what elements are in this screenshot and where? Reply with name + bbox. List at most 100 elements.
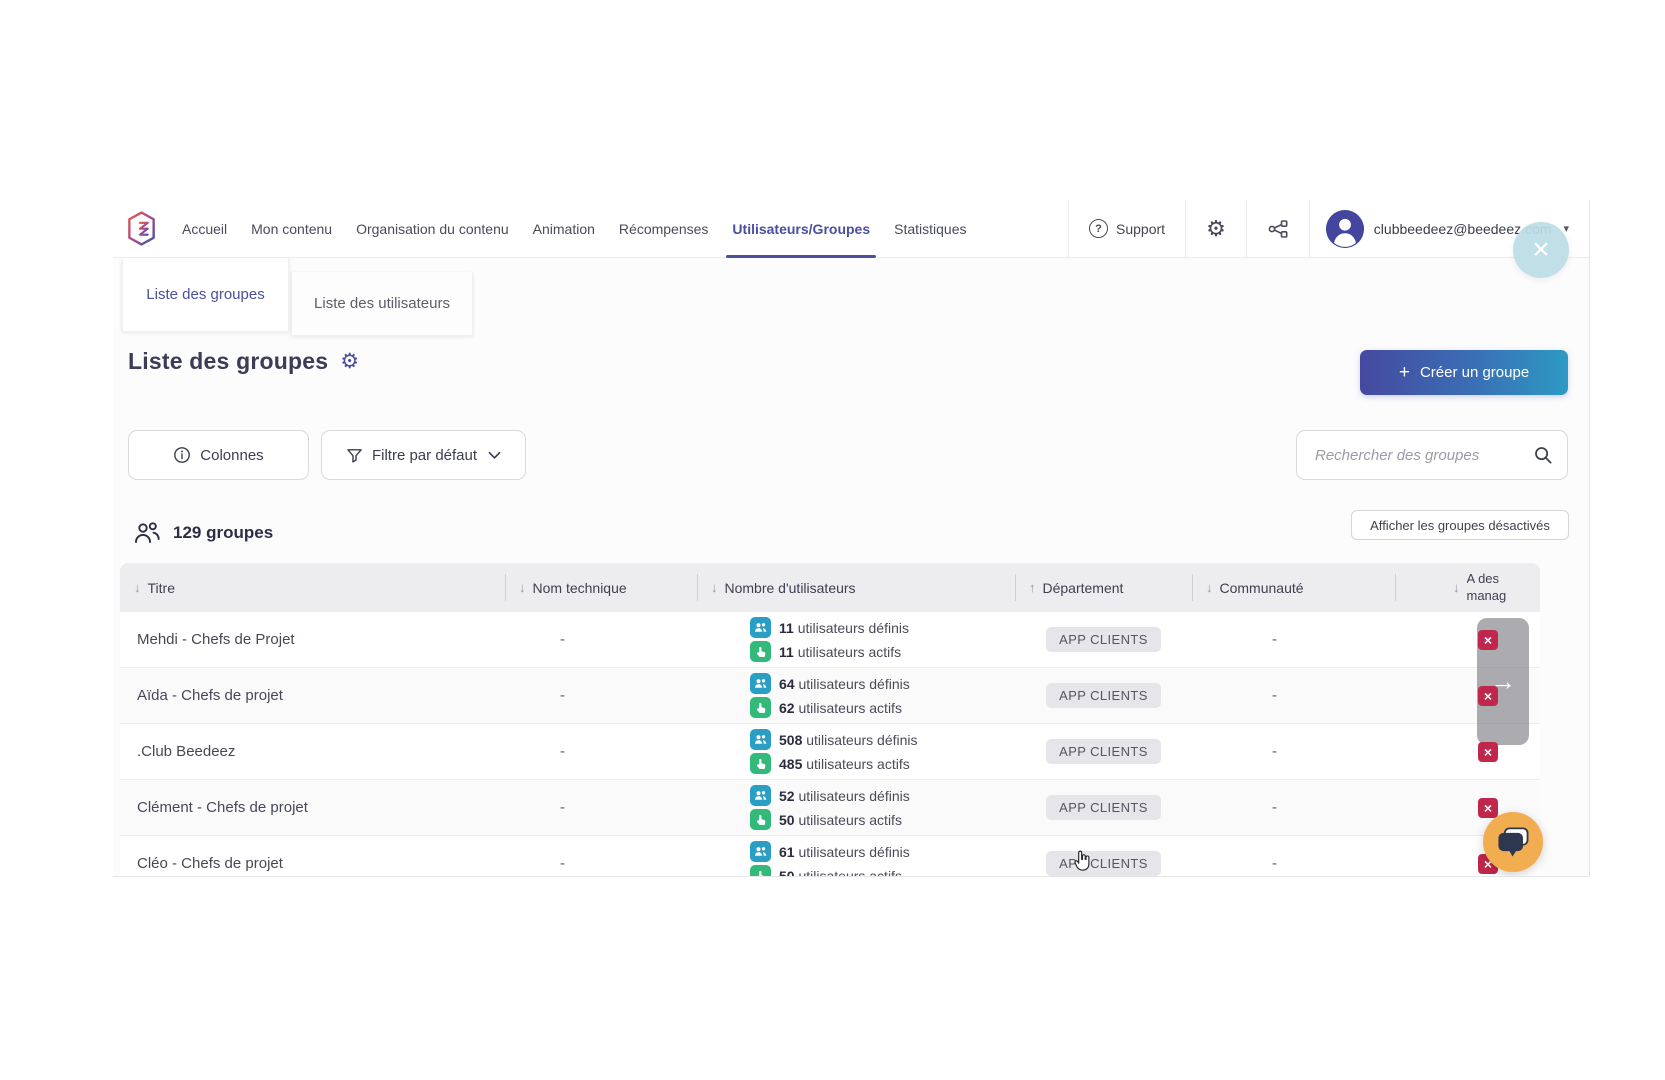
defined-count: 61: [779, 844, 795, 860]
groups-table: ↓ Titre ↓ Nom technique ↓ Nombre d'utili…: [120, 563, 1540, 877]
group-search: [1296, 430, 1568, 480]
tab-liste-des-groupes[interactable]: Liste des groupes: [122, 258, 289, 332]
groups-icon: [133, 520, 161, 545]
group-title: Cléo - Chefs de projet: [120, 836, 505, 877]
department-badge: APP CLIENTS: [1046, 739, 1161, 764]
header-nom-technique[interactable]: ↓ Nom technique: [505, 563, 697, 612]
filter-funnel-icon: [346, 447, 363, 464]
remove-managers-badge[interactable]: ×: [1478, 630, 1498, 650]
nav-item-mon-contenu[interactable]: Mon contenu: [239, 200, 344, 257]
community: -: [1192, 612, 1395, 667]
table-header: ↓ Titre ↓ Nom technique ↓ Nombre d'utili…: [120, 563, 1540, 612]
active-label: utilisateurs actifs: [798, 868, 901, 878]
header-titre[interactable]: ↓ Titre: [120, 563, 505, 612]
department-badge: APP CLIENTS: [1046, 683, 1161, 708]
header-a-des-managers[interactable]: ↓ A des manag: [1395, 563, 1540, 612]
defined-label: utilisateurs définis: [798, 788, 909, 804]
community: -: [1192, 836, 1395, 877]
defined-count: 52: [779, 788, 795, 804]
active-label: utilisateurs actifs: [798, 700, 901, 716]
top-nav: Accueil Mon contenu Organisation du cont…: [113, 200, 1589, 258]
users-defined-icon: [750, 841, 771, 862]
technical-name: -: [505, 612, 697, 667]
department-badge: APP CLIENTS: [1046, 851, 1161, 876]
users-active-icon: [750, 753, 771, 774]
active-count: 62: [779, 700, 795, 716]
sort-down-icon: ↓: [519, 580, 526, 595]
community: -: [1192, 668, 1395, 723]
header-label: A des manag: [1467, 571, 1517, 604]
defined-count: 508: [779, 732, 802, 748]
chat-bubbles-icon: [1493, 822, 1533, 862]
active-label: utilisateurs actifs: [798, 644, 901, 660]
remove-managers-badge[interactable]: ×: [1478, 686, 1498, 706]
settings-button[interactable]: ⚙: [1185, 200, 1246, 257]
active-count: 11: [779, 644, 794, 660]
header-departement[interactable]: ↑ Département: [1015, 563, 1192, 612]
chat-widget-button[interactable]: [1483, 812, 1543, 872]
close-button[interactable]: ×: [1513, 222, 1569, 278]
group-title: Mehdi - Chefs de Projet: [120, 612, 505, 667]
users-active-icon: [750, 865, 771, 877]
defined-count: 11: [779, 620, 794, 636]
create-group-label: Créer un groupe: [1420, 364, 1529, 381]
user-counts: 11 utilisateurs définis 11 utilisateurs …: [697, 612, 1015, 667]
active-count: 50: [779, 812, 795, 828]
remove-managers-badge[interactable]: ×: [1478, 798, 1498, 818]
table-row[interactable]: .Club Beedeez - 508 utilisateurs définis…: [120, 724, 1540, 780]
search-input[interactable]: [1315, 447, 1533, 464]
remove-managers-badge[interactable]: ×: [1478, 742, 1498, 762]
default-filter-button[interactable]: Filtre par défaut: [321, 430, 526, 480]
nav-item-utilisateurs-groupes[interactable]: Utilisateurs/Groupes: [720, 200, 882, 257]
table-row[interactable]: Clément - Chefs de projet - 52 utilisate…: [120, 780, 1540, 836]
sort-down-icon: ↓: [134, 580, 141, 595]
create-group-button[interactable]: + Créer un groupe: [1360, 350, 1568, 395]
help-icon: ?: [1089, 219, 1108, 238]
sort-down-icon: ↓: [711, 580, 718, 595]
defined-label: utilisateurs définis: [798, 620, 909, 636]
users-active-icon: [750, 809, 771, 830]
users-defined-icon: [750, 729, 771, 750]
nav-item-organisation-du-contenu[interactable]: Organisation du contenu: [344, 200, 521, 257]
group-count: 129 groupes: [173, 523, 273, 543]
columns-label: Colonnes: [200, 447, 263, 464]
header-nombre-utilisateurs[interactable]: ↓ Nombre d'utilisateurs: [697, 563, 1015, 612]
org-structure-button[interactable]: [1246, 200, 1309, 257]
nav-item-animation[interactable]: Animation: [521, 200, 607, 257]
show-disabled-groups-button[interactable]: Afficher les groupes désactivés: [1351, 510, 1569, 540]
nav-right-cluster: ? Support ⚙: [1068, 200, 1575, 257]
main-menu: Accueil Mon contenu Organisation du cont…: [170, 200, 979, 257]
users-defined-icon: [750, 617, 771, 638]
header-communaute[interactable]: ↓ Communauté: [1192, 563, 1395, 612]
nav-item-recompenses[interactable]: Récompenses: [607, 200, 721, 257]
chevron-down-icon: ▾: [1563, 222, 1569, 235]
active-label: utilisateurs actifs: [806, 756, 909, 772]
technical-name: -: [505, 668, 697, 723]
group-title: Clément - Chefs de projet: [120, 780, 505, 835]
beedeez-logo[interactable]: [123, 200, 170, 257]
page-settings-gear-icon[interactable]: ⚙: [340, 351, 359, 372]
app-window: Accueil Mon contenu Organisation du cont…: [113, 200, 1590, 877]
community: -: [1192, 724, 1395, 779]
header-label: Titre: [148, 580, 175, 596]
tab-liste-des-utilisateurs[interactable]: Liste des utilisateurs: [291, 272, 473, 336]
support-label: Support: [1116, 221, 1165, 237]
defined-label: utilisateurs définis: [798, 844, 909, 860]
active-count: 485: [779, 756, 802, 772]
nav-item-accueil[interactable]: Accueil: [170, 200, 239, 257]
avatar: [1326, 210, 1364, 248]
header-label: Département: [1043, 580, 1124, 596]
user-counts: 508 utilisateurs définis 485 utilisateur…: [697, 724, 1015, 779]
header-label: Communauté: [1220, 580, 1304, 596]
group-title: Aïda - Chefs de projet: [120, 668, 505, 723]
info-icon: [173, 446, 191, 464]
nav-item-statistiques[interactable]: Statistiques: [882, 200, 978, 257]
support-button[interactable]: ? Support: [1068, 200, 1185, 257]
table-row[interactable]: Mehdi - Chefs de Projet - 11 utilisateur…: [120, 612, 1540, 668]
plus-icon: +: [1399, 363, 1410, 382]
columns-button[interactable]: Colonnes: [128, 430, 309, 480]
search-icon[interactable]: [1533, 445, 1553, 465]
table-row[interactable]: Aïda - Chefs de projet - 64 utilisateurs…: [120, 668, 1540, 724]
table-row[interactable]: Cléo - Chefs de projet - 61 utilisateurs…: [120, 836, 1540, 877]
active-label: utilisateurs actifs: [798, 812, 901, 828]
